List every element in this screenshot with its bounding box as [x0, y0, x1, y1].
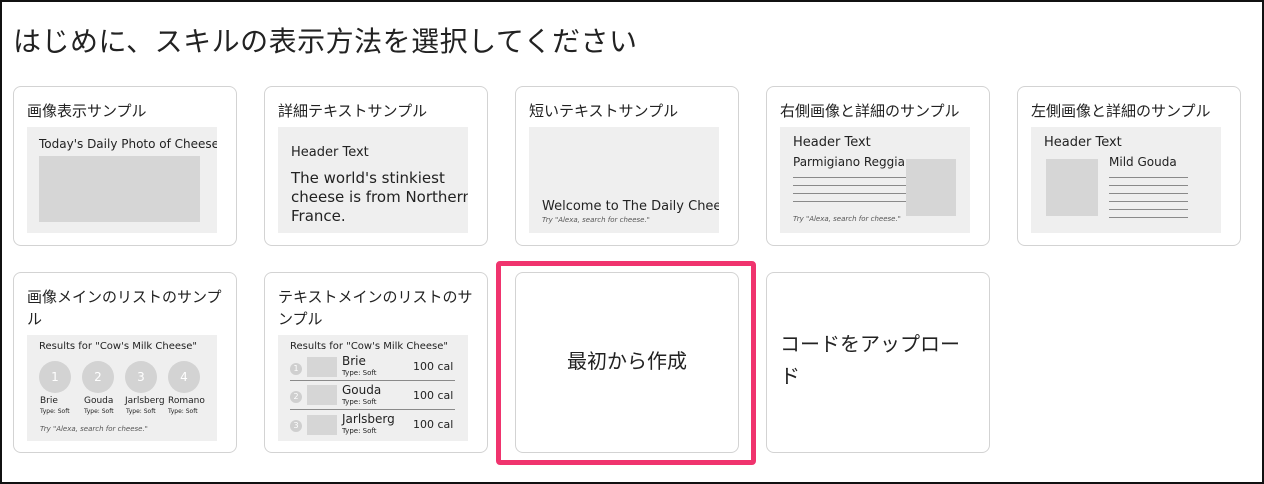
- preview-results: Results for "Cow's Milk Cheese": [39, 341, 197, 352]
- template-card-image-list[interactable]: 画像メインのリストのサンプル Results for "Cow's Milk C…: [13, 272, 237, 453]
- card-label: 短いテキストサンプル: [529, 102, 679, 120]
- selection-highlight: [496, 261, 756, 465]
- list-item-name: Brie: [40, 396, 58, 406]
- template-card-detail-text[interactable]: 詳細テキストサンプル Header Text The world's stink…: [264, 86, 488, 246]
- preview-body-line: France.: [291, 207, 346, 225]
- list-item-name: Brie: [342, 354, 366, 368]
- list-item-image: 3: [125, 361, 157, 393]
- list-item-name: Jarlsberg: [342, 412, 395, 426]
- list-item-type: Type: Soft: [126, 408, 156, 415]
- text-line: [1109, 185, 1188, 186]
- card-label: テキストメインのリストのサンプル: [278, 288, 473, 328]
- upload-code-card[interactable]: コードをアップロード: [766, 272, 990, 453]
- list-item-type: Type: Soft: [84, 408, 114, 415]
- upload-code-label: コードをアップロード: [780, 332, 960, 388]
- list-item-number: 3: [290, 420, 302, 432]
- preview-body-line: cheese is from Northern: [291, 188, 468, 206]
- preview-title: Parmigiano Reggiano: [793, 155, 920, 169]
- preview-body: Welcome to The Daily Cheese: [542, 199, 719, 214]
- text-line: [793, 185, 906, 186]
- text-line: [793, 201, 906, 202]
- list-item-name: Romano: [168, 396, 205, 406]
- preview-header: Header Text: [1044, 135, 1122, 150]
- template-preview: Results for "Cow's Milk Cheese" 1 2 3 4 …: [27, 335, 217, 441]
- list-item-name: Gouda: [84, 396, 114, 406]
- list-item-number: 1: [290, 363, 302, 375]
- text-line: [1109, 209, 1188, 210]
- divider: [290, 409, 455, 410]
- template-preview: Welcome to The Daily Cheese Try "Alexa, …: [529, 127, 719, 233]
- preview-hint: Try "Alexa, search for cheese.": [40, 425, 148, 433]
- list-item-name: Jarlsberg: [125, 396, 165, 406]
- list-item-type: Type: Soft: [40, 408, 70, 415]
- card-label: 右側画像と詳細のサンプル: [780, 102, 960, 120]
- image-placeholder: [906, 159, 956, 216]
- list-item-name: Gouda: [342, 383, 382, 397]
- card-label: 詳細テキストサンプル: [278, 102, 428, 120]
- text-line: [1109, 201, 1188, 202]
- template-preview: Today's Daily Photo of Cheese: [27, 127, 217, 233]
- template-card-short-text[interactable]: 短いテキストサンプル Welcome to The Daily Cheese T…: [515, 86, 739, 246]
- list-item-image: 4: [168, 361, 200, 393]
- preview-header: Header Text: [793, 135, 871, 150]
- text-line: [1109, 217, 1188, 218]
- template-preview: Header Text The world's stinkiest cheese…: [278, 127, 468, 233]
- text-line: [1109, 193, 1188, 194]
- template-card-left-image-detail[interactable]: 左側画像と詳細のサンプル Header Text Mild Gouda: [1017, 86, 1241, 246]
- list-item-calories: 100 cal: [413, 389, 454, 402]
- image-placeholder: [1046, 159, 1098, 216]
- list-item-type: Type: Soft: [342, 427, 377, 435]
- list-item-image: [307, 357, 337, 377]
- list-item-image: 2: [82, 361, 114, 393]
- list-item-image: 1: [39, 361, 71, 393]
- list-item-calories: 100 cal: [413, 360, 454, 373]
- list-item-number: 2: [290, 391, 302, 403]
- preview-results: Results for "Cow's Milk Cheese": [290, 341, 448, 352]
- template-card-image-display[interactable]: 画像表示サンプル Today's Daily Photo of Cheese: [13, 86, 237, 246]
- list-item-type: Type: Soft: [342, 369, 377, 377]
- preview-header: Header Text: [291, 145, 369, 160]
- preview-title: Mild Gouda: [1109, 155, 1177, 169]
- divider: [290, 380, 455, 381]
- preview-body-line: The world's stinkiest: [291, 169, 445, 187]
- template-preview: Header Text Mild Gouda: [1031, 127, 1221, 233]
- preview-hint: Try "Alexa, search for cheese.": [793, 215, 901, 223]
- card-label: 画像表示サンプル: [27, 102, 147, 120]
- preview-hint: Try "Alexa, search for cheese.": [542, 216, 650, 224]
- list-item-image: [307, 415, 337, 435]
- page-title: はじめに、スキルの表示方法を選択してください: [13, 25, 638, 58]
- list-item-calories: 100 cal: [413, 418, 454, 431]
- template-preview: Results for "Cow's Milk Cheese" 1 Brie T…: [278, 335, 468, 441]
- text-line: [793, 193, 906, 194]
- list-item-type: Type: Soft: [342, 398, 377, 406]
- list-item-type: Type: Soft: [168, 408, 198, 415]
- template-card-text-list[interactable]: テキストメインのリストのサンプル Results for "Cow's Milk…: [264, 272, 488, 453]
- template-preview: Header Text Parmigiano Reggiano Try "Ale…: [780, 127, 970, 233]
- card-label: 画像メインのリストのサンプル: [27, 288, 222, 328]
- text-line: [1109, 177, 1188, 178]
- image-placeholder: [39, 156, 200, 222]
- list-item-image: [307, 385, 337, 405]
- template-card-right-image-detail[interactable]: 右側画像と詳細のサンプル Header Text Parmigiano Regg…: [766, 86, 990, 246]
- preview-caption: Today's Daily Photo of Cheese: [39, 137, 217, 151]
- text-line: [793, 177, 906, 178]
- card-label: 左側画像と詳細のサンプル: [1031, 102, 1211, 120]
